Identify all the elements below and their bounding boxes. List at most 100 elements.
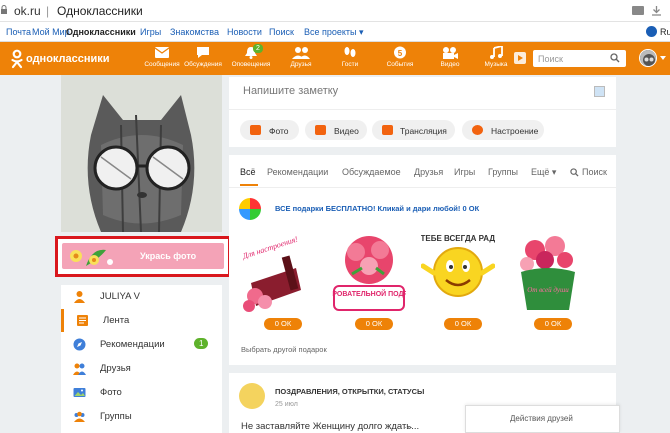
envelope-icon xyxy=(154,47,170,58)
gift-price[interactable]: 0 ОК xyxy=(534,318,572,330)
composer-stream-button[interactable]: Трансляция xyxy=(372,120,455,140)
language-label[interactable]: Ru xyxy=(660,27,670,37)
note-input[interactable]: Напишите заметку xyxy=(243,85,338,97)
gift-caption: Я ТЕБЕ ВСЕГДА РАДА! xyxy=(421,234,495,243)
logo-text[interactable]: одноклассники xyxy=(26,53,110,65)
feed-icon xyxy=(77,315,88,326)
profile-photo[interactable] xyxy=(61,75,222,232)
flowers-icon xyxy=(70,249,113,266)
composer-mood-button[interactable]: Настроение xyxy=(462,120,544,140)
tab-all[interactable]: Всё xyxy=(240,167,256,177)
toolbar-search[interactable] xyxy=(533,50,626,67)
portal-link-dating[interactable]: Знакомства xyxy=(170,27,219,37)
left-nav-item-groups[interactable]: Группы xyxy=(61,405,222,428)
portal-link-all-projects[interactable]: Все проекты ▾ xyxy=(304,27,364,38)
toolbar-music[interactable]: Музыка xyxy=(476,46,516,74)
decorate-photo-label: Укрась фото xyxy=(140,251,197,261)
url-separator: | xyxy=(46,4,50,18)
gift-price[interactable]: 0 ОК xyxy=(264,318,302,330)
left-nav-item-photos[interactable]: Фото xyxy=(61,381,222,404)
toolbar-label: Обсуждения xyxy=(184,61,222,68)
post-date: 25 июл xyxy=(275,401,298,408)
left-nav-label: JULIYA V xyxy=(100,291,140,302)
left-nav-label: Группы xyxy=(100,411,132,422)
more-icon[interactable]: ··· xyxy=(404,422,413,432)
search-icon[interactable] xyxy=(610,53,620,63)
avatar[interactable] xyxy=(639,49,657,67)
tab-recommendations[interactable]: Рекомендации xyxy=(267,167,328,177)
gift-flowerpot-image: От всей души xyxy=(520,236,575,310)
toolbar-events[interactable]: 5 События xyxy=(380,46,420,74)
browser-url[interactable]: ok.ru xyxy=(14,4,41,18)
portal-link-games[interactable]: Игры xyxy=(140,27,161,37)
friends-activity-panel[interactable]: Действия друзей xyxy=(465,405,620,433)
tab-discussed[interactable]: Обсуждаемое xyxy=(342,167,401,177)
portal-link-news[interactable]: Новости xyxy=(227,27,262,37)
toolbar-messages[interactable]: Сообщения xyxy=(140,46,184,74)
left-nav-item-feed[interactable]: Лента xyxy=(61,309,222,332)
gift-card[interactable]: Для настроения! 0 ОК xyxy=(241,228,315,330)
toolbar-video[interactable]: Видео xyxy=(432,46,468,74)
toolbar-guests[interactable]: Гости xyxy=(332,46,368,74)
search-input[interactable] xyxy=(538,52,608,65)
browser-address-bar[interactable]: ok.ru | Одноклассники xyxy=(0,0,670,22)
camera-icon xyxy=(250,125,261,135)
friends-activity-label: Действия друзей xyxy=(510,414,573,423)
gift-price[interactable]: 0 ОК xyxy=(355,318,393,330)
smiley-icon xyxy=(472,125,483,135)
portal-link-search[interactable]: Поиск xyxy=(269,27,294,37)
choose-other-gift-link[interactable]: Выбрать другой подарок xyxy=(241,345,327,354)
gift-caption: ОЧАРОВАТЕЛЬНОЙ ПОДРУГЕ xyxy=(332,289,406,298)
composer-video-button[interactable]: Видео xyxy=(305,120,367,140)
toolbar-discussions[interactable]: Обсуждения xyxy=(181,46,225,74)
footprints-icon xyxy=(344,47,356,57)
toolbar-label: Видео xyxy=(440,61,460,68)
gift-card[interactable]: Я ТЕБЕ ВСЕГДА РАДА! 0 ОК xyxy=(413,228,503,330)
user-icon xyxy=(74,291,85,303)
feed-search-icon[interactable] xyxy=(570,168,579,177)
download-icon[interactable] xyxy=(651,5,662,16)
left-nav: JULIYA V Лента Рекомендации 1 Друзья Фот… xyxy=(61,285,222,433)
browser-extension-icon[interactable] xyxy=(632,6,644,15)
post-group-title[interactable]: ПОЗДРАВЛЕНИЯ, ОТКРЫТКИ, СТАТУСЫ xyxy=(275,387,424,396)
gift-price[interactable]: 0 ОК xyxy=(444,318,482,330)
music-play-icon[interactable] xyxy=(514,52,526,64)
left-nav-label: Фото xyxy=(100,387,122,398)
chevron-down-icon[interactable] xyxy=(660,56,666,60)
left-nav-item-profile[interactable]: JULIYA V xyxy=(61,285,222,308)
tab-games[interactable]: Игры xyxy=(454,167,475,177)
portal-link-mymir[interactable]: Мой Мир xyxy=(32,27,70,37)
gift-card[interactable]: От всей души 0 ОК xyxy=(511,228,585,330)
toolbar-friends[interactable]: Друзья xyxy=(283,46,319,74)
note-composer: Напишите заметку Фото Видео Трансляция Н… xyxy=(229,77,616,147)
left-nav-item-friends[interactable]: Друзья xyxy=(61,357,222,380)
portal-link-mail[interactable]: Почта xyxy=(6,27,31,37)
video-icon xyxy=(443,47,458,59)
composer-action-label: Фото xyxy=(269,126,289,136)
ok-logo-icon[interactable] xyxy=(10,49,24,69)
photo-icon xyxy=(73,388,86,397)
tab-friends[interactable]: Друзья xyxy=(414,167,443,177)
left-nav-label: Рекомендации xyxy=(100,339,165,350)
left-nav-item-recommendations[interactable]: Рекомендации 1 xyxy=(61,333,222,356)
image-attach-icon[interactable] xyxy=(594,86,605,97)
toolbar-notifications[interactable]: 2 Оповещения xyxy=(228,44,274,74)
notifications-badge: 2 xyxy=(253,44,263,53)
gift-card[interactable]: ОЧАРОВАТЕЛЬНОЙ ПОДРУГЕ 0 ОК xyxy=(317,228,421,330)
events-count: 5 xyxy=(398,49,403,58)
composer-photo-button[interactable]: Фото xyxy=(240,120,299,140)
events-icon: 5 xyxy=(394,46,406,59)
broadcast-icon xyxy=(382,125,393,135)
portal-link-ok[interactable]: Одноклассники xyxy=(66,27,136,37)
globe-icon[interactable] xyxy=(646,26,657,37)
toolbar-label: Друзья xyxy=(290,61,312,68)
post-body[interactable]: Не заставляйте Женщину долго ждать... xyxy=(241,421,419,432)
group-avatar[interactable] xyxy=(239,383,265,409)
recommendations-count-badge: 1 xyxy=(194,338,209,349)
decorate-photo-button[interactable]: Укрась фото xyxy=(62,243,224,269)
tab-more[interactable]: Ещё ▾ xyxy=(531,167,556,178)
gift-promo-link[interactable]: ВСЕ подарки БЕСПЛАТНО! Кликай и дари люб… xyxy=(275,204,479,213)
video-camera-icon xyxy=(315,125,326,135)
tab-groups[interactable]: Группы xyxy=(488,167,518,177)
feed-search-label[interactable]: Поиск xyxy=(582,167,607,177)
